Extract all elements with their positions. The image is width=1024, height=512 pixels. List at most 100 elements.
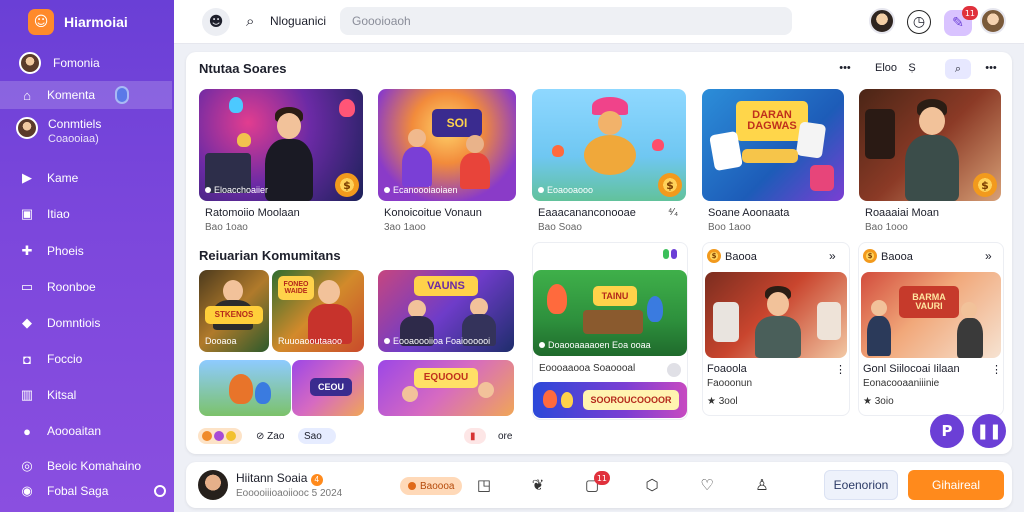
avatar-icon[interactable]: ☻ <box>202 8 230 36</box>
community-thumbnail[interactable]: CEOU <box>292 360 364 416</box>
pin-icon: P <box>941 422 953 440</box>
more-options-icon[interactable]: ••• <box>983 62 999 74</box>
heart-icon[interactable]: ♡ <box>697 475 717 495</box>
board-panel[interactable]: TAINU Doaooaaaaoen Eoa ooaa Eoooaaooa So… <box>532 242 688 420</box>
featured-card[interactable]: DARAN DAGWAS Soane Aoonaata Boo 1aoo <box>702 89 844 234</box>
sidebar-item-itiao[interactable]: ▣ Itiao <box>0 200 172 228</box>
sidebar-item-fobal[interactable]: ◉ Fobal Saga <box>0 477 172 505</box>
sidebar-item-label: Fomonia <box>53 56 100 70</box>
save-chip[interactable]: Sao <box>298 428 336 444</box>
sidebar-item-fomonia[interactable]: Fomonia <box>0 49 172 77</box>
card-subtitle: 3ao 1aoo <box>384 222 426 233</box>
chart-icon: ▥ <box>20 387 34 402</box>
card-tag: Eloacchoaiier <box>205 185 268 195</box>
notifications-button[interactable]: ✎ 11 <box>944 6 978 36</box>
more-icon[interactable]: ⋮ <box>991 363 1002 376</box>
inbox-icon[interactable]: ▢ 11 <box>582 471 610 495</box>
sidebar-item-label: Itiao <box>47 207 70 221</box>
zoom-chip[interactable]: ⊘ Zao <box>250 428 292 444</box>
search-icon: ⌕ <box>954 62 962 75</box>
primary-button[interactable]: Gihaireal <box>908 470 1004 500</box>
edit-icon: ✎ <box>952 15 964 31</box>
sidebar-item-domntiois[interactable]: ◆ Domntiois <box>0 309 172 337</box>
featured-card[interactable]: SOI Ecanoooiaoiaen Konoicoitue Vonaun 3a… <box>378 89 516 234</box>
info-icon[interactable] <box>667 363 681 377</box>
card-tag: Doaooaaaaoen Eoa ooaa <box>539 340 651 350</box>
panel-subtitle: Eonacooaaniiinie <box>863 378 940 389</box>
search-button[interactable]: ⌕ <box>945 59 971 79</box>
brand[interactable]: ☺ Hiarmoiai <box>28 8 128 36</box>
clock-icon[interactable]: ◷ <box>907 10 931 34</box>
panel-label: Baooa <box>725 251 757 263</box>
user-icon[interactable]: ♙ <box>752 475 772 495</box>
sort-button[interactable]: Ṣ <box>904 62 920 74</box>
more-icon[interactable]: ••• <box>834 62 856 74</box>
sidebar-item-label: Roonboe <box>47 280 96 294</box>
profile-avatar[interactable] <box>980 8 1006 34</box>
filter-button[interactable]: Eloo <box>874 62 898 74</box>
search-icon[interactable]: ⌕ <box>246 12 254 30</box>
sidebar-item-aoooaitan[interactable]: ● Aoooaitan <box>0 417 172 445</box>
panel-label: Baooa <box>881 251 913 263</box>
user-avatar[interactable] <box>198 470 228 500</box>
sidebar-item-sub: Coaooiaa) <box>48 133 99 145</box>
coin-icon: $ <box>973 173 997 197</box>
sidebar-item-kitsal[interactable]: ▥ Kitsal <box>0 381 172 409</box>
main-panel: Ntutaa Soares ••• Eloo Ṣ ⌕ ••• Eloacchoa… <box>186 52 1012 454</box>
sidebar-item-roonboe[interactable]: ▭ Roonboe <box>0 273 172 301</box>
globe-icon: ● <box>23 423 31 439</box>
card-subtitle: Boo 1aoo <box>708 222 751 233</box>
home-icon: ⌂ <box>23 87 31 103</box>
chat-icon: ◘ <box>23 351 31 367</box>
sidebar-item-kame[interactable]: ▶ Kame <box>0 164 172 192</box>
sidebar-item-label: Foccio <box>47 352 83 366</box>
thumbnail: BARMA VAURI <box>861 272 1001 358</box>
thumbnail: Eoaooaooo $ <box>532 89 686 201</box>
thumbnail: TAINU Doaooaaaaoen Eoa ooaa <box>533 270 687 356</box>
sidebar-item-label: Fobal Saga <box>47 484 109 498</box>
toggle-radio[interactable] <box>154 485 167 497</box>
chevron-right-icon[interactable]: » <box>829 249 836 263</box>
sidebar-item-beoic[interactable]: ◎ Beoic Komahaino <box>0 452 172 480</box>
featured-card[interactable]: Eloacchoaiier $ Ratomoiio Moolaan Bao 1o… <box>199 89 363 234</box>
featured-card[interactable]: $ Roaaaiai Moan Bao 1ooo <box>859 89 1001 234</box>
box-icon[interactable]: ⬡ <box>642 475 662 495</box>
community-thumbnail[interactable]: VAUNS Eooaoooiioa Foaioooooi <box>378 270 514 352</box>
sidebar-item-komenta[interactable]: ⌂ Komenta <box>0 81 172 109</box>
avatar-group[interactable] <box>198 428 242 444</box>
card-subtitle: Bao 1ooo <box>865 222 908 233</box>
right-panel[interactable]: $ Baooa » Foaoola Faooonun ⋮ ★ 3ool <box>702 242 850 416</box>
sidebar-item-conmtiels[interactable]: Conmtiels Coaooiaa) <box>16 117 101 145</box>
window-icon: ▭ <box>20 279 34 294</box>
sidebar-item-foccio[interactable]: ◘ Foccio <box>0 345 172 373</box>
featured-card[interactable]: Eoaooaooo $ Eaaacananconooae Bao Soao ⁴⁄… <box>532 89 686 234</box>
user-avatar[interactable] <box>869 8 895 34</box>
secondary-button[interactable]: Eoenorion <box>824 470 898 500</box>
card-subtitle: Bao 1oao <box>205 222 248 233</box>
pause-icon: ❚❚ <box>976 422 1002 440</box>
search-input[interactable] <box>340 7 792 35</box>
card-more[interactable]: ⁴⁄₄ <box>668 207 678 218</box>
community-thumbnail[interactable] <box>199 360 291 416</box>
notification-badge: 11 <box>961 6 978 20</box>
rating: ★ 3ool <box>707 396 738 407</box>
chevron-right-icon[interactable]: » <box>985 249 992 263</box>
flag-icon[interactable]: ▮ <box>464 428 486 444</box>
create-button[interactable]: P <box>930 414 964 448</box>
status-chip[interactable]: Baoooa <box>400 477 463 495</box>
avatar-icon <box>19 52 41 74</box>
sidebar-item-phoeis[interactable]: ✚ Phoeis <box>0 237 172 265</box>
sticker-icon[interactable]: ◳ <box>474 475 494 495</box>
more-icon[interactable]: ⋮ <box>835 363 846 376</box>
more-chip[interactable]: ore <box>492 428 522 444</box>
toggle-icon[interactable] <box>663 249 681 263</box>
right-panel[interactable]: $ Baooa » BARMA VAURI Gonl Siilocoai Iil… <box>858 242 1004 416</box>
leaf-icon[interactable]: ❦ <box>528 475 548 495</box>
bottom-bar: Hiitann Soaia 4 Eooooiiioaoiiooc 5 2024 … <box>186 462 1012 508</box>
community-thumbnail[interactable]: EQUOOU <box>378 360 514 416</box>
card-tag: Eoaooaooo <box>538 185 593 195</box>
menu-button[interactable]: ❚❚ <box>972 414 1006 448</box>
sidebar-item-label: Kame <box>47 171 79 185</box>
board-line: Eoooaaooa Soaoooal <box>539 363 636 374</box>
card-subtitle: Bao Soao <box>538 222 582 233</box>
